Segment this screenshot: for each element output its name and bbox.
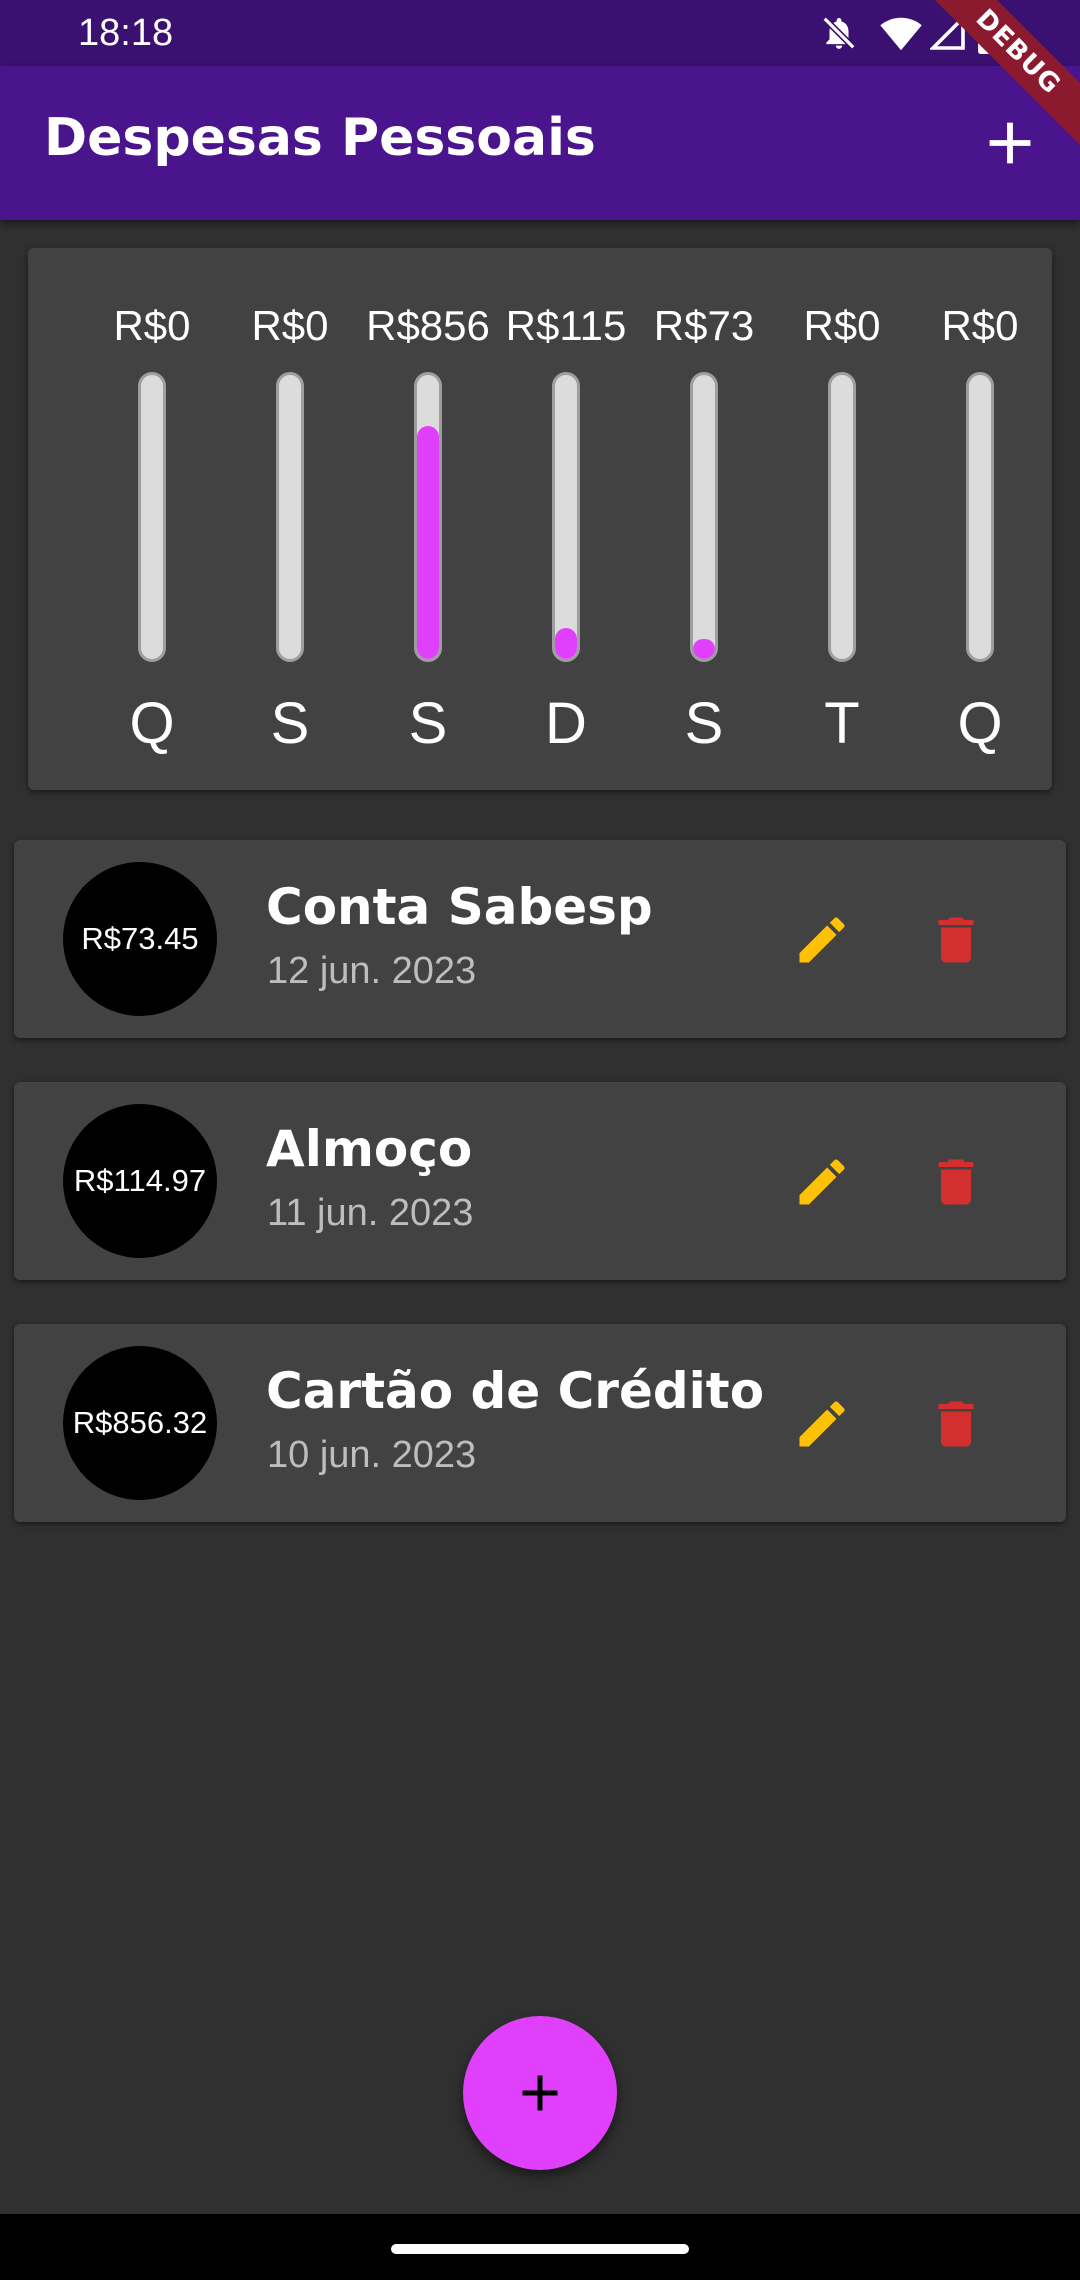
add-icon: [522, 2075, 558, 2111]
app-bar: Despesas Pessoais: [0, 66, 1080, 220]
bar-day-label: S: [408, 691, 448, 756]
home-gesture-handle[interactable]: [391, 2244, 689, 2254]
pencil-icon[interactable]: [792, 1152, 852, 1212]
trash-icon[interactable]: [926, 910, 986, 970]
bar-value-label: R$0: [941, 302, 1019, 349]
amount-avatar: R$73.45: [63, 862, 217, 1016]
app-screen: 18:18 DEBUG Despesas Pessoais R$0 Q R$0 …: [0, 0, 1080, 2280]
add-transaction-button[interactable]: [463, 2016, 617, 2170]
bar-value-label: R$0: [803, 302, 881, 349]
bar-day-label: T: [824, 691, 860, 756]
chart-bar-5: R$0 T: [773, 248, 911, 790]
chart-bar-1: R$0 S: [221, 248, 359, 790]
status-time: 18:18: [78, 12, 174, 54]
transaction-date: 12 jun. 2023: [267, 950, 477, 992]
bar-fill: [693, 639, 715, 659]
transaction-date: 10 jun. 2023: [267, 1434, 477, 1476]
bar-fill: [417, 426, 439, 659]
status-bar: 18:18: [0, 0, 1080, 66]
bar-track: [552, 372, 580, 662]
transaction-card: R$114.97 Almoço 11 jun. 2023: [14, 1082, 1066, 1280]
transaction-card: R$856.32 Cartão de Crédito 10 jun. 2023: [14, 1324, 1066, 1522]
chart-bar-3: R$115 D: [497, 248, 635, 790]
chart-bar-0: R$0 Q: [83, 248, 221, 790]
app-title: Despesas Pessoais: [44, 108, 596, 168]
bar-value-label: R$0: [251, 302, 329, 349]
bar-day-label: Q: [129, 691, 175, 756]
trash-icon[interactable]: [926, 1152, 986, 1212]
bar-track: [414, 372, 442, 662]
chart-bar-2: R$856 S: [359, 248, 497, 790]
bar-track: [828, 372, 856, 662]
notifications-off-icon: [820, 14, 858, 56]
pencil-icon[interactable]: [792, 910, 852, 970]
chart-bar-4: R$73 S: [635, 248, 773, 790]
bar-value-label: R$115: [505, 302, 627, 349]
chart-bar-6: R$0 Q: [911, 248, 1049, 790]
bar-day-label: Q: [957, 691, 1003, 756]
bar-day-label: D: [545, 691, 587, 756]
bar-value-label: R$0: [113, 302, 191, 349]
bar-track: [138, 372, 166, 662]
bar-day-label: S: [684, 691, 724, 756]
transaction-card: R$73.45 Conta Sabesp 12 jun. 2023: [14, 840, 1066, 1038]
transaction-title: Conta Sabesp: [266, 878, 653, 936]
weekly-chart: R$0 Q R$0 S R$856 S R$115 D R$73 S R$0 T: [28, 248, 1052, 790]
add-icon[interactable]: [975, 108, 1045, 178]
transaction-title: Cartão de Crédito: [266, 1362, 765, 1420]
transaction-title: Almoço: [266, 1120, 473, 1178]
bar-value-label: R$73: [653, 302, 755, 349]
bar-day-label: S: [270, 691, 310, 756]
amount-avatar: R$856.32: [63, 1346, 217, 1500]
bar-value-label: R$856: [366, 302, 490, 349]
wifi-icon: [880, 14, 922, 56]
bar-track: [690, 372, 718, 662]
navigation-bar: [0, 2214, 1080, 2280]
trash-icon[interactable]: [926, 1394, 986, 1454]
amount-avatar: R$114.97: [63, 1104, 217, 1258]
bar-fill: [555, 627, 577, 659]
bar-track: [276, 372, 304, 662]
bar-track: [966, 372, 994, 662]
transaction-date: 11 jun. 2023: [267, 1192, 474, 1234]
pencil-icon[interactable]: [792, 1394, 852, 1454]
